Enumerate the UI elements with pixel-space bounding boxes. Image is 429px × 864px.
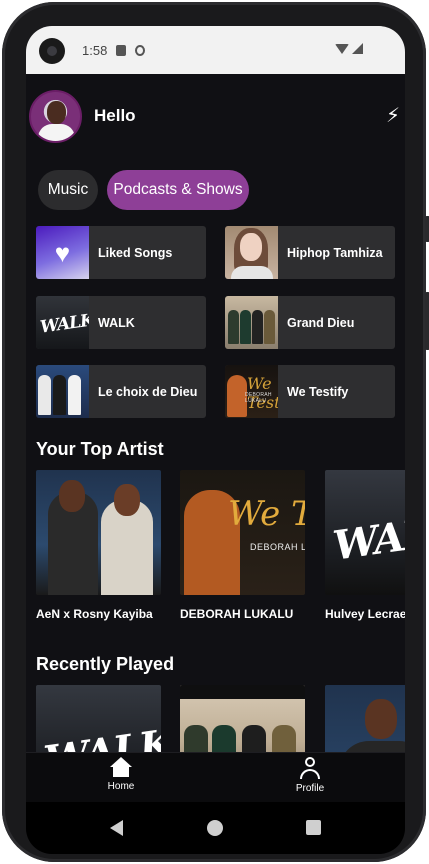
status-bar: 1:58 xyxy=(26,26,405,74)
top-artists-carousel[interactable]: AeN x Rosny Kayiba We Testify DEBORAH LU… xyxy=(36,470,405,630)
filter-chips: Music Podcasts & Shows xyxy=(38,170,249,210)
hiphop-tamhiza-art xyxy=(225,226,278,279)
shortcut-le-choix-de-dieu[interactable]: Le choix de Dieu xyxy=(36,365,206,418)
system-nav-bar xyxy=(26,802,405,854)
recently-played-carousel[interactable]: WALK xyxy=(36,685,405,752)
recent-card[interactable]: WALK xyxy=(36,685,161,752)
artist-art-text: We Testify xyxy=(228,494,305,534)
artist-image xyxy=(36,470,161,595)
bottom-nav: Home Profile xyxy=(26,752,405,802)
avatar[interactable] xyxy=(29,90,82,143)
power-button xyxy=(425,292,429,350)
nav-item-profile[interactable]: Profile xyxy=(280,757,340,794)
shortcut-walk[interactable]: WALK WALK xyxy=(36,296,206,349)
home-icon xyxy=(110,757,132,777)
artist-name: AeN x Rosny Kayiba xyxy=(36,607,153,621)
filter-chip-podcasts[interactable]: Podcasts & Shows xyxy=(107,170,249,210)
liked-songs-art: ♥ xyxy=(36,226,89,279)
sim-card-icon xyxy=(116,44,127,56)
top-artists-title: Your Top Artist xyxy=(36,439,164,459)
artist-art-subtext: DEBORAH LUKALU xyxy=(250,542,305,552)
walk-art-text: WALK xyxy=(41,720,161,752)
we-testify-art-subtext: DEBORAH LUKALU xyxy=(245,392,272,404)
recent-apps-icon[interactable] xyxy=(306,820,321,835)
shortcut-label: Grand Dieu xyxy=(287,315,355,330)
greeting: Hello xyxy=(94,106,136,125)
nav-label-home: Home xyxy=(107,781,135,792)
profile-icon xyxy=(299,757,321,779)
artist-name: Hulvey Lecrae xyxy=(325,607,405,621)
recent-card[interactable] xyxy=(325,685,405,752)
lightning-icon[interactable]: ⚡︎ xyxy=(386,106,400,126)
shortcut-label: Le choix de Dieu xyxy=(98,384,198,399)
back-icon[interactable] xyxy=(110,820,123,836)
artist-card[interactable]: We Testify DEBORAH LUKALU DEBORAH LUKALU xyxy=(180,470,305,621)
header: Hello ⚡︎ xyxy=(26,74,405,154)
screen: 1:58 Hello ⚡︎ Music Podcasts & Shows ♥ L… xyxy=(26,26,405,854)
artist-card[interactable]: AeN x Rosny Kayiba xyxy=(36,470,161,621)
recent-image xyxy=(180,685,305,752)
front-camera xyxy=(39,38,65,64)
shortcut-liked-songs[interactable]: ♥ Liked Songs xyxy=(36,226,206,279)
walk-art: WALK xyxy=(36,296,89,349)
system-home-icon[interactable] xyxy=(207,820,223,836)
recent-image: WALK xyxy=(36,685,161,752)
le-choix-de-dieu-art xyxy=(36,365,89,418)
signal-icon xyxy=(352,43,363,54)
wifi-icon xyxy=(335,44,349,54)
heart-icon: ♥ xyxy=(54,237,71,268)
walk-art-text: WALK xyxy=(38,310,89,338)
recently-played-title: Recently Played xyxy=(36,654,175,674)
phone-frame: 1:58 Hello ⚡︎ Music Podcasts & Shows ♥ L… xyxy=(2,2,429,862)
shortcut-we-testify[interactable]: We Testify DEBORAH LUKALU We Testify xyxy=(225,365,395,418)
nav-item-home[interactable]: Home xyxy=(91,757,151,792)
avatar-face xyxy=(47,101,66,124)
artist-card[interactable]: WALK Hulvey Lecrae xyxy=(325,470,405,621)
grand-dieu-art xyxy=(225,296,278,349)
artist-image: We Testify DEBORAH LUKALU xyxy=(180,470,305,595)
shortcut-label: Hiphop Tamhiza xyxy=(287,245,383,260)
nav-label-profile: Profile xyxy=(295,783,325,794)
we-testify-art: We Testify DEBORAH LUKALU xyxy=(225,365,278,418)
status-time: 1:58 xyxy=(82,42,108,58)
recent-image xyxy=(325,685,405,752)
artist-image: WALK xyxy=(325,470,405,595)
shortcut-label: WALK xyxy=(98,315,135,330)
shortcut-grand-dieu[interactable]: Grand Dieu xyxy=(225,296,395,349)
recent-card[interactable] xyxy=(180,685,305,752)
walk-art-text: WALK xyxy=(330,505,405,570)
notification-icon xyxy=(135,44,146,56)
home-screen: Hello ⚡︎ Music Podcasts & Shows ♥ Liked … xyxy=(26,74,405,752)
shortcut-hiphop-tamhiza[interactable]: Hiphop Tamhiza xyxy=(225,226,395,279)
avatar-shirt xyxy=(38,124,75,141)
artist-name: DEBORAH LUKALU xyxy=(180,607,294,621)
shortcut-label: Liked Songs xyxy=(98,245,173,260)
volume-button xyxy=(425,216,429,242)
shortcut-label: We Testify xyxy=(287,384,349,399)
filter-chip-music[interactable]: Music xyxy=(38,170,98,210)
